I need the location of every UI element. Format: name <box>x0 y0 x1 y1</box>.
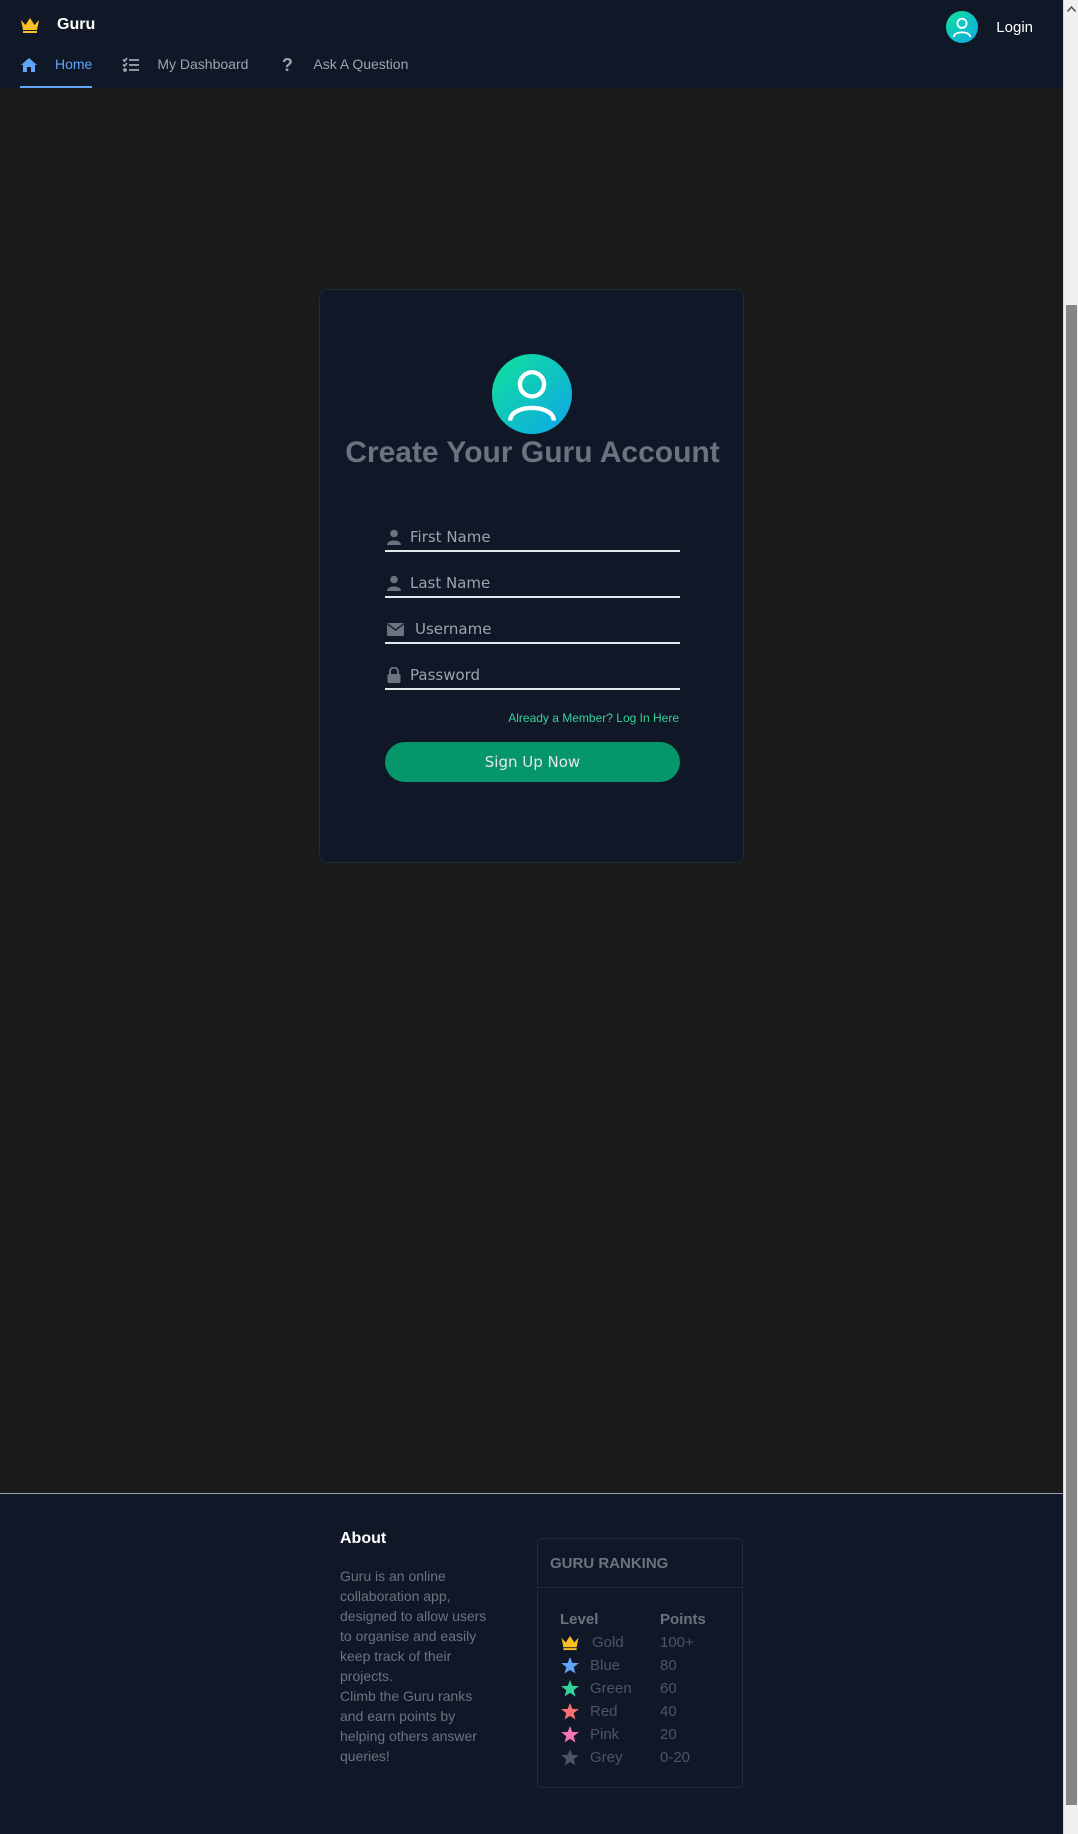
lock-icon <box>385 666 403 684</box>
nav-item-ask-a-question[interactable]: ? Ask A Question <box>278 52 408 88</box>
nav-item-home[interactable]: Home <box>20 52 93 88</box>
first-name-input[interactable] <box>410 525 680 549</box>
main-nav: Home My Dashboard ? Ask A Question <box>20 52 438 88</box>
ranking-title: GURU RANKING <box>538 1539 742 1588</box>
star-icon <box>560 1680 580 1698</box>
star-icon <box>560 1726 580 1744</box>
crown-icon <box>560 1634 580 1652</box>
rank-points: 80 <box>660 1657 677 1674</box>
star-icon <box>560 1703 580 1721</box>
user-icon <box>385 528 403 546</box>
rank-row-red: Red 40 <box>560 1700 706 1723</box>
scrollbar-thumb[interactable] <box>1066 305 1077 1805</box>
rank-row-blue: Blue 80 <box>560 1654 706 1677</box>
question-icon: ? <box>281 54 293 75</box>
rank-level: Pink <box>590 1726 620 1743</box>
login-button[interactable]: Login <box>946 11 1033 43</box>
first-name-field <box>385 524 680 552</box>
nav-label: Ask A Question <box>313 56 409 72</box>
rank-points: 0-20 <box>660 1749 691 1766</box>
user-avatar-icon <box>946 11 979 43</box>
envelope-icon <box>385 620 405 638</box>
home-icon <box>20 56 38 74</box>
nav-item-my-dashboard[interactable]: My Dashboard <box>122 52 248 88</box>
star-icon <box>560 1657 580 1675</box>
rank-points: 100+ <box>660 1634 694 1651</box>
user-icon <box>385 574 403 592</box>
login-link[interactable]: Already a Member? Log In Here <box>508 711 679 725</box>
rank-points: 40 <box>660 1703 677 1720</box>
user-avatar-icon <box>492 354 572 434</box>
username-field <box>385 616 680 644</box>
tasks-list-icon <box>122 56 140 74</box>
rank-level: Green <box>590 1680 632 1697</box>
brand[interactable]: Guru <box>20 16 95 34</box>
rank-level: Grey <box>590 1749 623 1766</box>
last-name-input[interactable] <box>410 571 680 595</box>
rank-points: 60 <box>660 1680 677 1697</box>
vertical-scrollbar[interactable] <box>1063 0 1078 1834</box>
ranking-header-row: Level Points <box>560 1611 706 1631</box>
rank-level: Blue <box>590 1657 621 1674</box>
about-section: About Guru is an online collaboration ap… <box>340 1530 492 1766</box>
password-input[interactable] <box>410 663 680 687</box>
crown-icon <box>21 18 39 33</box>
about-text: Guru is an online collaboration app, des… <box>340 1568 487 1684</box>
ranking-table: Level Points Gold 100+ Blue 80 Green 60 … <box>560 1611 706 1769</box>
login-label: Login <box>996 18 1033 36</box>
rank-row-green: Green 60 <box>560 1677 706 1700</box>
brand-name: Guru <box>57 16 96 33</box>
signup-card: Create Your Guru Account Alread <box>319 289 744 863</box>
footer: About Guru is an online collaboration ap… <box>0 1493 1063 1834</box>
points-header: Points <box>660 1611 706 1628</box>
about-title: About <box>340 1530 387 1547</box>
star-icon <box>560 1749 580 1767</box>
rank-points: 20 <box>660 1726 677 1743</box>
rank-row-pink: Pink 20 <box>560 1723 706 1746</box>
rank-level: Red <box>590 1703 618 1720</box>
sign-up-button[interactable]: Sign Up Now <box>385 742 680 782</box>
about-text: Climb the Guru ranks and earn points by … <box>340 1688 477 1764</box>
top-navbar: Guru Login Home My Dashboard ? Ask A Que… <box>0 0 1063 88</box>
guru-ranking-panel: GURU RANKING Level Points Gold 100+ Blue… <box>537 1538 743 1788</box>
password-field <box>385 662 680 690</box>
scroll-up-arrow-icon[interactable] <box>1064 0 1078 17</box>
page: Guru Login Home My Dashboard ? Ask A Que… <box>0 0 1063 1834</box>
rank-row-grey: Grey 0-20 <box>560 1746 706 1769</box>
rank-level: Gold <box>592 1634 624 1651</box>
level-header: Level <box>560 1611 599 1628</box>
nav-label: Home <box>55 56 93 72</box>
nav-label: My Dashboard <box>157 56 249 72</box>
signup-title: Create Your Guru Account <box>345 436 720 469</box>
rank-row-gold: Gold 100+ <box>560 1631 706 1654</box>
username-input[interactable] <box>415 617 680 641</box>
last-name-field <box>385 570 680 598</box>
